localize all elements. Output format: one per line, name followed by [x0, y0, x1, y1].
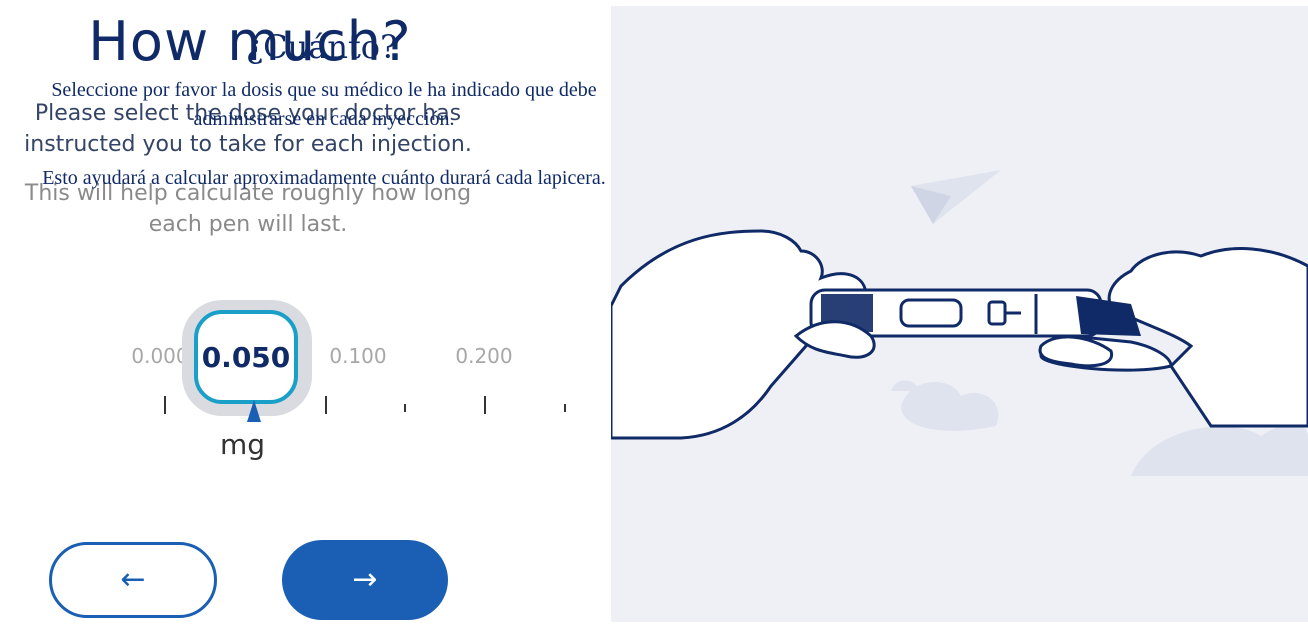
back-button[interactable]: ←	[49, 542, 217, 618]
cloud-shape	[1131, 424, 1308, 476]
scale-tick	[325, 396, 327, 414]
selected-dose-value: 0.050	[201, 340, 291, 374]
selected-dose-box[interactable]: 0.050	[194, 310, 298, 404]
pen-injector-illustration	[611, 170, 1308, 476]
dose-picker[interactable]: 0.000 0.100 0.200 0.050 mg	[120, 300, 600, 470]
next-button[interactable]: →	[282, 540, 448, 620]
arrow-left-icon: ←	[120, 562, 146, 597]
scale-tick	[164, 396, 166, 414]
cloud-shape	[891, 380, 919, 391]
scale-tick	[484, 396, 486, 414]
illustration-panel	[611, 6, 1308, 622]
dose-option[interactable]: 0.100	[318, 344, 398, 368]
paper-plane-icon	[911, 170, 1001, 224]
dose-unit: mg	[220, 428, 266, 461]
instruction-text-es: Seleccione por favor la dosis que su méd…	[51, 79, 597, 130]
dose-selection-panel: How much? Please select the dose your do…	[0, 0, 611, 628]
page-title-es: ¿Cuánto?	[246, 28, 398, 66]
help-text-es: Esto ayudará a calcular aproximadamente …	[42, 167, 606, 189]
scale-tick	[404, 404, 406, 412]
dose-option[interactable]: 0.200	[444, 344, 524, 368]
selector-pointer-icon	[247, 400, 261, 422]
scale-tick	[564, 404, 566, 412]
arrow-right-icon: →	[352, 562, 378, 597]
